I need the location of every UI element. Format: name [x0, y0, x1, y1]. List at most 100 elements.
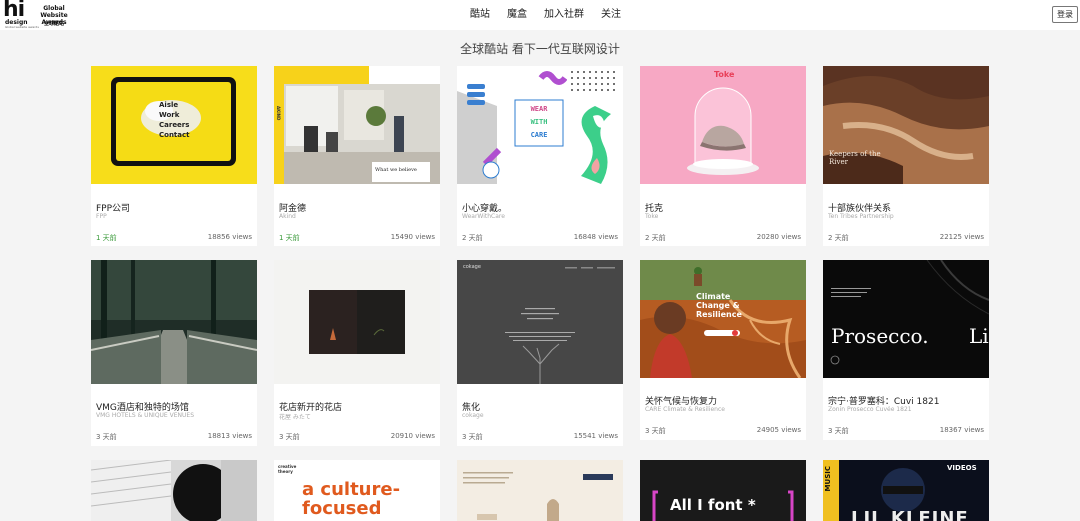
thumb-menu-careers: Careers	[159, 121, 190, 129]
site-thumbnail[interactable]: MUSIC VIDEOS LIL KLEINE	[823, 460, 989, 521]
site-card[interactable]: Prosecco. Li 宗宁·普罗塞科：Cuvi 1821 Zonin Pro…	[823, 260, 989, 440]
thumb-headline: Prosecco.	[831, 324, 929, 348]
thumb-flower-art	[309, 290, 405, 354]
thumb-caption: Keepers of the River	[829, 150, 881, 166]
site-subtitle: Zonin Prosecco Cuvée 1821	[828, 406, 912, 413]
card-age: 1 天前	[279, 234, 300, 242]
nav-item-box[interactable]: 魔盒	[507, 8, 527, 22]
site-subtitle: Toke	[645, 213, 659, 220]
site-subtitle: VMG HOTELS & UNIQUE VENUES	[96, 412, 195, 419]
thumb-menu-contact: Contact	[159, 131, 190, 139]
site-subtitle: FPP	[96, 213, 107, 220]
card-views: 18367 views	[939, 426, 984, 434]
site-card[interactable]	[457, 460, 623, 521]
thumb-headline: All I font *	[670, 496, 756, 514]
login-button[interactable]: 登录	[1052, 6, 1078, 23]
thumb-big-label: LIL KLEINE	[851, 508, 969, 521]
thumb-headline-line1: a culture-	[302, 479, 401, 500]
site-thumbnail[interactable]: creative theory a culture- focused	[274, 460, 440, 521]
card-views: 18813 views	[207, 432, 252, 440]
site-card[interactable]: All I font *	[640, 460, 806, 521]
site-card[interactable]: 花店新开的花店 花屋 みたて 3 天前 20910 views	[274, 260, 440, 446]
card-age: 3 天前	[96, 433, 117, 441]
site-card[interactable]: MUSIC VIDEOS LIL KLEINE	[823, 460, 989, 521]
card-age: 3 天前	[645, 427, 666, 435]
site-card[interactable]: AKIND What we believe 阿金德 Akind 1 天前 154…	[274, 66, 440, 246]
thumb-label: creative theory	[278, 464, 297, 474]
site-card[interactable]: Keepers of the River 十部族伙伴关系 Ten Tribes …	[823, 66, 989, 246]
site-card[interactable]	[91, 460, 257, 521]
thumb-vmg-art	[91, 260, 257, 384]
thumb-caption: What we believe	[375, 167, 417, 173]
site-subtitle: CARE Climate & Resilience	[645, 406, 725, 413]
site-card[interactable]: Toke 托克 Toke 2 天前 20280 views	[640, 66, 806, 246]
thumb-menu-aisle: Aisle	[159, 101, 179, 109]
logo-hi-text: hi	[3, 0, 25, 22]
site-thumbnail[interactable]: AKIND What we believe	[274, 66, 440, 184]
card-age: 3 天前	[828, 427, 849, 435]
thumb-headline: Climate Change & Resilience	[696, 292, 742, 319]
thumb-headline-tail: Li	[969, 324, 989, 348]
thumb-cokage-art	[457, 260, 623, 384]
main-nav: 酷站 魔盒 加入社群 关注	[470, 8, 638, 22]
thumb-portrait-art	[91, 460, 257, 521]
thumb-brand: AKIND	[276, 106, 281, 121]
site-subtitle: cokage	[462, 412, 484, 419]
card-age: 3 天前	[279, 433, 300, 441]
card-views: 15490 views	[390, 233, 435, 241]
thumb-headline-line2: focused	[302, 498, 382, 519]
thumb-menu-work: Work	[159, 111, 180, 119]
site-thumbnail[interactable]	[91, 460, 257, 521]
logo-cn-name: 全球酷站	[43, 21, 64, 27]
card-views: 20910 views	[390, 432, 435, 440]
card-views: 20280 views	[756, 233, 801, 241]
site-subtitle: Akind	[279, 213, 296, 220]
thumb-tribes-art	[823, 66, 989, 184]
site-card[interactable]: cokage 焦化 cokage 3 天前 15541 views	[457, 260, 623, 446]
nav-item-sites[interactable]: 酷站	[470, 8, 490, 22]
thumb-care-art	[640, 260, 806, 378]
site-card[interactable]: VMG酒店和独特的场馆 VMG HOTELS & UNIQUE VENUES 3…	[91, 260, 257, 446]
thumb-line-wear: WEAR	[530, 105, 548, 113]
site-thumbnail[interactable]: All I font *	[640, 460, 806, 521]
thumb-brand: cokage	[463, 264, 481, 270]
thumb-line-with: WITH	[530, 118, 548, 126]
site-thumbnail[interactable]: Aisle Work Careers Contact	[91, 66, 257, 184]
site-thumbnail[interactable]	[91, 260, 257, 384]
site-card[interactable]: WEAR WITH CARE 小心穿戴。 WearWithCare 2 天前 1…	[457, 66, 623, 246]
card-age: 1 天前	[96, 234, 117, 242]
thumb-side-label: MUSIC	[824, 466, 832, 492]
thumb-toke-art	[687, 87, 759, 175]
site-thumbnail[interactable]	[457, 460, 623, 521]
card-views: 18856 views	[207, 233, 252, 241]
nav-item-follow[interactable]: 关注	[601, 8, 621, 22]
card-age: 3 天前	[462, 433, 483, 441]
site-thumbnail[interactable]: WEAR WITH CARE	[457, 66, 623, 184]
site-thumbnail[interactable]: Keepers of the River	[823, 66, 989, 184]
site-thumbnail[interactable]: Climate Change & Resilience	[640, 260, 806, 378]
thumb-beige-art	[457, 460, 623, 521]
card-views: 22125 views	[939, 233, 984, 241]
site-thumbnail[interactable]	[274, 260, 440, 384]
site-thumbnail[interactable]: Toke	[640, 66, 806, 184]
nav-item-community[interactable]: 加入社群	[544, 8, 584, 22]
thumb-brand: Toke	[714, 70, 735, 79]
top-header: hi design Global website awards Global W…	[0, 0, 1080, 30]
site-logo[interactable]: hi design Global website awards Global W…	[3, 0, 75, 29]
site-card[interactable]: creative theory a culture- focused	[274, 460, 440, 521]
site-card[interactable]: Climate Change & Resilience 关怀气候与恢复力 CAR…	[640, 260, 806, 440]
site-subtitle: 花屋 みたて	[279, 414, 311, 421]
card-age: 2 天前	[462, 234, 483, 242]
site-thumbnail[interactable]: cokage	[457, 260, 623, 384]
card-age: 2 天前	[645, 234, 666, 242]
card-views: 16848 views	[573, 233, 618, 241]
site-subtitle: WearWithCare	[462, 213, 505, 220]
thumb-top-label: VIDEOS	[947, 464, 977, 472]
card-views: 24905 views	[756, 426, 801, 434]
card-age: 2 天前	[828, 234, 849, 242]
site-card[interactable]: Aisle Work Careers Contact FPP公司 FPP 1 天…	[91, 66, 257, 246]
site-thumbnail[interactable]: Prosecco. Li	[823, 260, 989, 378]
thumb-line-care: CARE	[530, 131, 548, 139]
thumb-zonin-art	[823, 260, 989, 378]
site-subtitle: Ten Tribes Partnership	[828, 213, 894, 220]
